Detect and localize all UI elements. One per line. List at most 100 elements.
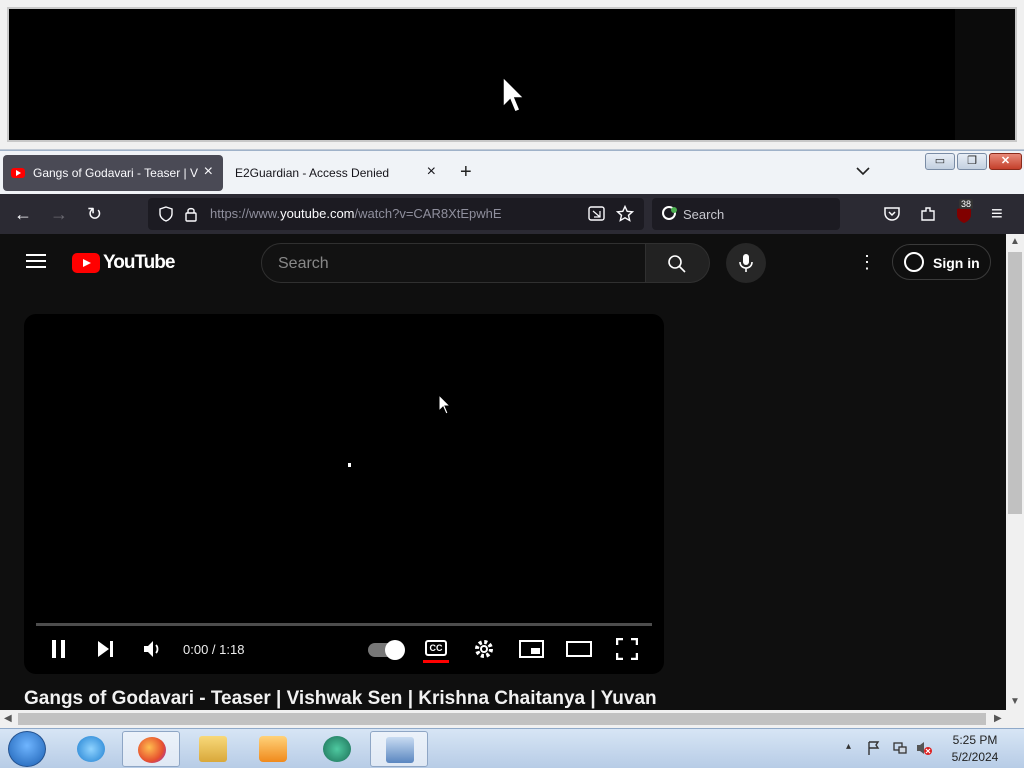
youtube-page: YouTube Search ⋮ Sign in 0:00 / 1:18 CC … <box>0 234 1006 710</box>
extension-badge: 38 <box>959 199 974 209</box>
taskbar-file-explorer[interactable] <box>184 731 242 767</box>
taskbar-firefox[interactable] <box>122 731 180 767</box>
new-tab-button[interactable]: + <box>460 161 472 184</box>
folder-icon <box>199 736 227 762</box>
media-player-icon <box>259 736 287 762</box>
taskbar-internet-explorer[interactable] <box>62 731 120 767</box>
app-menu-button[interactable]: ≡ <box>991 204 1003 224</box>
youtube-wordmark: YouTube <box>103 252 175 273</box>
scroll-right-arrow-icon[interactable]: ▶ <box>994 713 1002 724</box>
horizontal-scroll-thumb[interactable] <box>18 713 986 725</box>
action-center-flag-icon[interactable] <box>866 740 882 756</box>
scroll-left-arrow-icon[interactable]: ◀ <box>4 713 12 724</box>
more-options-icon[interactable]: ⋮ <box>858 253 876 271</box>
list-all-tabs-chevron-icon[interactable] <box>856 163 870 179</box>
youtube-search-input[interactable]: Search <box>261 243 646 283</box>
subtitles-button[interactable]: CC <box>425 640 447 656</box>
network-icon[interactable] <box>892 740 908 756</box>
tab-youtube-video[interactable]: Gangs of Godavari - Teaser | Vis × <box>3 155 223 191</box>
url-domain: youtube.com <box>280 206 355 221</box>
clock-time[interactable]: 5:25 PM <box>952 733 998 747</box>
bookmark-star-icon[interactable] <box>616 205 634 223</box>
taskbar-network-app[interactable] <box>370 731 428 767</box>
tab-close-icon[interactable]: × <box>204 164 213 180</box>
autoplay-play-icon <box>385 640 405 660</box>
volume-muted-icon[interactable] <box>915 740 933 756</box>
network-computer-icon <box>386 737 414 763</box>
autoplay-toggle[interactable] <box>368 640 405 660</box>
youtube-header: YouTube Search ⋮ Sign in <box>0 234 1006 292</box>
mouse-cursor-icon <box>438 394 452 415</box>
shield-icon[interactable] <box>158 206 174 222</box>
clock-date[interactable]: 5/2/2024 <box>948 750 1002 764</box>
capture-black-area <box>7 7 1017 142</box>
capture-right-strip <box>955 9 1015 140</box>
taskbar-app[interactable] <box>308 731 366 767</box>
account-circle-icon <box>904 252 924 272</box>
tab-e2guardian[interactable]: E2Guardian - Access Denied × <box>226 155 446 191</box>
tab-close-icon[interactable]: × <box>427 164 436 180</box>
sign-in-label: Sign in <box>933 255 980 271</box>
tab-title: Gangs of Godavari - Teaser | Vis <box>33 166 198 180</box>
firefox-window: Gangs of Godavari - Teaser | Vis × E2Gua… <box>0 150 1024 728</box>
pause-icon[interactable] <box>50 639 68 659</box>
close-window-button[interactable]: ✕ <box>989 153 1022 170</box>
internet-explorer-icon <box>77 736 105 762</box>
search-icon <box>668 255 686 273</box>
sign-in-button[interactable]: Sign in <box>892 244 991 280</box>
firefox-icon <box>138 737 166 763</box>
forward-button[interactable]: → <box>50 204 68 224</box>
minimize-icon: ▭ <box>934 155 946 167</box>
url-bar[interactable]: https://www.youtube.com/watch?v=CAR8XtEp… <box>148 198 644 230</box>
taskbar-media-player[interactable] <box>244 731 302 767</box>
vertical-scrollbar[interactable]: ▲ ▼ <box>1006 234 1024 710</box>
miniplayer-icon[interactable] <box>519 640 545 658</box>
search-bar-placeholder: Search <box>683 207 725 222</box>
scroll-up-arrow-icon[interactable]: ▲ <box>1010 236 1020 247</box>
loading-spinner <box>348 463 351 467</box>
pocket-icon[interactable] <box>883 206 901 222</box>
close-icon: ✕ <box>1000 155 1011 167</box>
youtube-favicon-icon <box>11 168 25 178</box>
next-video-icon[interactable] <box>96 640 116 658</box>
fullscreen-icon[interactable] <box>616 638 638 660</box>
url-path: /watch?v=CAR8XtEpwhE <box>354 206 502 221</box>
hamburger-menu-icon[interactable] <box>26 254 46 268</box>
reload-button[interactable]: ↻ <box>87 204 102 224</box>
volume-icon[interactable] <box>142 639 164 659</box>
scroll-down-arrow-icon[interactable]: ▼ <box>1010 696 1020 707</box>
video-progress-bar[interactable] <box>36 623 652 626</box>
show-hidden-icons-arrow[interactable]: ▴ <box>846 741 851 752</box>
extensions-puzzle-icon[interactable] <box>919 205 937 223</box>
youtube-play-logo-icon <box>72 253 100 273</box>
mouse-cursor-icon <box>502 75 525 113</box>
video-title: Gangs of Godavari - Teaser | Vishwak Sen… <box>24 688 657 709</box>
maximize-icon: ❐ <box>967 155 977 167</box>
theater-mode-icon[interactable] <box>566 641 592 657</box>
search-placeholder: Search <box>278 255 329 272</box>
tab-bar: Gangs of Godavari - Teaser | Vis × E2Gua… <box>0 150 1024 194</box>
vertical-scroll-thumb[interactable] <box>1008 252 1022 514</box>
youtube-search-button[interactable] <box>646 243 710 283</box>
back-button[interactable]: ← <box>14 204 32 224</box>
search-engine-icon <box>662 206 677 220</box>
minimize-button[interactable]: ▭ <box>925 153 955 170</box>
remote-capture-window <box>0 0 1024 150</box>
translate-page-icon[interactable] <box>588 206 606 222</box>
app-globe-icon <box>323 736 351 762</box>
tab-title: E2Guardian - Access Denied <box>235 166 390 180</box>
web-search-bar[interactable]: Search <box>652 198 840 230</box>
windows-taskbar: ▴ 5:25 PM 5/2/2024 <box>0 728 1024 768</box>
video-player[interactable]: 0:00 / 1:18 CC <box>24 314 664 674</box>
subtitles-active-indicator <box>423 660 449 663</box>
lock-icon[interactable] <box>184 206 198 222</box>
video-time: 0:00 / 1:18 <box>183 642 245 657</box>
maximize-button[interactable]: ❐ <box>957 153 987 170</box>
voice-search-button[interactable] <box>726 243 766 283</box>
youtube-logo[interactable]: YouTube <box>72 252 175 274</box>
url-text: https://www.youtube.com/watch?v=CAR8XtEp… <box>210 206 502 221</box>
settings-gear-icon[interactable] <box>473 638 495 660</box>
microphone-icon <box>739 254 753 272</box>
start-button-windows-icon[interactable] <box>8 731 46 767</box>
horizontal-scrollbar[interactable]: ◀ ▶ <box>0 710 1024 728</box>
